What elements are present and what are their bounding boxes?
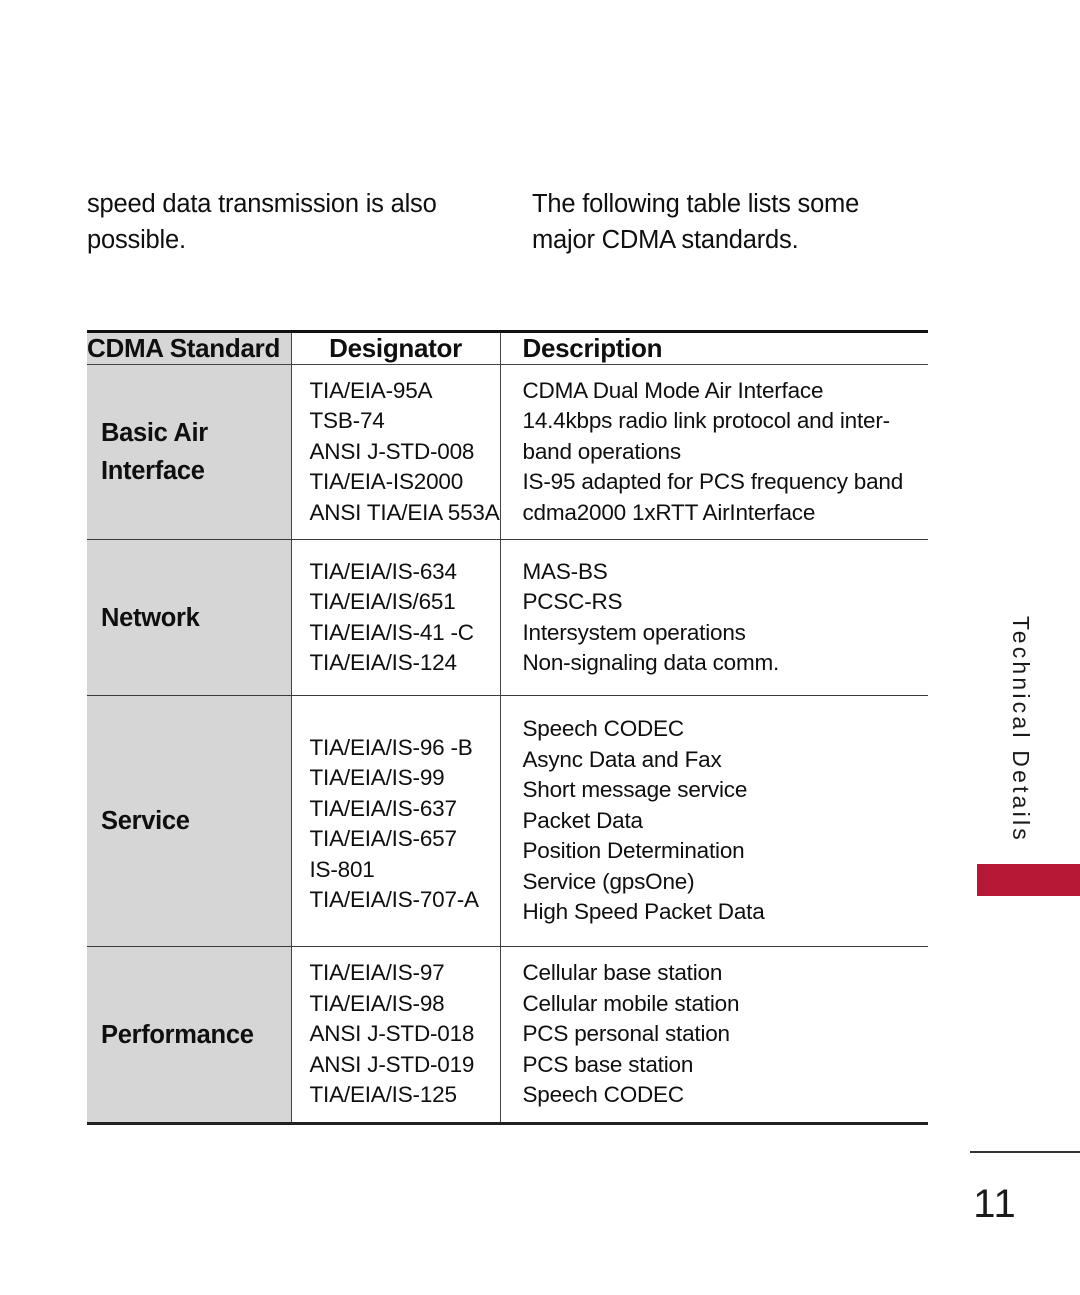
designator-line: TIA/EIA/IS-124 — [309, 650, 457, 675]
description-line: 14.4kbps radio link protocol and inter- — [522, 408, 891, 434]
designator-line: TIA/EIA/IS-98 — [309, 990, 445, 1016]
description-line: PCS base station — [522, 1051, 694, 1077]
column-header-cdma-standard: CDMA Standard — [87, 330, 292, 365]
designator-line: TIA/EIA/IS-637 — [309, 795, 457, 821]
category-line: Basic Air — [101, 419, 208, 447]
designator-line: TIA/EIA/IS-657 — [309, 826, 457, 851]
designator-line: TIA/EIA/IS-97 — [309, 960, 445, 986]
description-line: Service (gpsOne) — [522, 868, 695, 894]
designator-line: ANSI J-STD-018 — [309, 1021, 475, 1047]
cdma-standards-table: CDMA Standard Designator Description Bas… — [87, 330, 928, 1125]
footer-divider — [970, 1151, 1080, 1154]
description-line: Speech CODEC — [522, 716, 685, 742]
description-line: band operations — [522, 438, 682, 464]
column-header-description: Description — [500, 330, 928, 365]
category-line: Network — [101, 603, 200, 632]
intro-left-column: speed data transmission is also possible… — [87, 186, 532, 258]
description-line: Cellular mobile station — [522, 990, 740, 1016]
description-line: Packet Data — [522, 807, 644, 833]
row-designators-network: TIA/EIA/IS-634 TIA/EIA/IS/651 TIA/EIA/IS… — [291, 539, 501, 696]
row-category-performance: Performance — [87, 946, 292, 1125]
designator-line: TIA/EIA-IS2000 — [309, 469, 464, 495]
category-line: Performance — [101, 1020, 254, 1049]
designator-line: TIA/EIA/IS-41 -C — [309, 619, 475, 645]
description-line: CDMA Dual Mode Air Interface — [522, 377, 824, 403]
section-tab-marker — [977, 864, 1080, 896]
intro-left-line-1: speed data transmission is also — [87, 190, 437, 218]
intro-right-column: The following table lists some major CDM… — [532, 186, 929, 258]
description-line: Cellular base station — [522, 960, 723, 986]
row-category-service: Service — [87, 695, 292, 947]
designator-line: TIA/EIA-95A — [309, 377, 433, 403]
intro-right-line-1: The following table lists some — [532, 190, 860, 218]
row-descriptions-service: Speech CODEC Async Data and Fax Short me… — [500, 695, 928, 947]
designator-line: TIA/EIA/IS/651 — [309, 589, 456, 614]
intro-paragraphs: speed data transmission is also possible… — [87, 186, 929, 258]
category-line: Service — [101, 807, 190, 835]
table-row: Network TIA/EIA/IS-634 TIA/EIA/IS/651 TI… — [87, 539, 928, 696]
table-row: Basic Air Interface TIA/EIA-95A TSB-74 A… — [87, 364, 928, 540]
column-header-designator: Designator — [291, 330, 501, 365]
designator-line: TIA/EIA/IS-99 — [309, 765, 445, 790]
table-row: Service TIA/EIA/IS-96 -B TIA/EIA/IS-99 T… — [87, 695, 928, 947]
table-header-row: CDMA Standard Designator Description — [87, 330, 928, 365]
row-category-basic-air-interface: Basic Air Interface — [87, 364, 292, 540]
page-number: 11 — [973, 1182, 1017, 1226]
row-designators-performance: TIA/EIA/IS-97 TIA/EIA/IS-98 ANSI J-STD-0… — [291, 946, 501, 1125]
intro-right-line-2: major CDMA standards. — [532, 226, 799, 254]
designator-line: TIA/EIA/IS-125 — [309, 1082, 457, 1108]
designator-line: ANSI TIA/EIA 553A — [309, 499, 500, 525]
intro-left-line-2: possible. — [87, 226, 186, 254]
description-line: Intersystem operations — [522, 619, 746, 645]
designator-line: TIA/EIA/IS-707-A — [309, 887, 480, 912]
description-line: PCSC-RS — [522, 589, 623, 614]
description-line: High Speed Packet Data — [522, 899, 765, 925]
designator-line: ANSI J-STD-008 — [309, 438, 475, 464]
row-descriptions-basic-air-interface: CDMA Dual Mode Air Interface 14.4kbps ra… — [500, 364, 928, 540]
table-row: Performance TIA/EIA/IS-97 TIA/EIA/IS-98 … — [87, 946, 928, 1125]
description-line: PCS personal station — [522, 1021, 731, 1047]
designator-line: TIA/EIA/IS-634 — [309, 558, 457, 584]
description-line: cdma2000 1xRTT AirInterface — [522, 499, 816, 525]
description-line: Short message service — [522, 777, 748, 803]
designator-line: TIA/EIA/IS-96 -B — [309, 734, 473, 760]
description-line: MAS-BS — [522, 558, 608, 584]
row-designators-service: TIA/EIA/IS-96 -B TIA/EIA/IS-99 TIA/EIA/I… — [291, 695, 501, 947]
section-tab-label: Technical Details — [1008, 616, 1034, 843]
description-line: Non-signaling data comm. — [522, 650, 780, 675]
row-designators-basic-air-interface: TIA/EIA-95A TSB-74 ANSI J-STD-008 TIA/EI… — [291, 364, 501, 540]
row-descriptions-performance: Cellular base station Cellular mobile st… — [500, 946, 928, 1125]
row-category-network: Network — [87, 539, 292, 696]
description-line: Position Determination — [522, 838, 745, 864]
description-line: Speech CODEC — [522, 1082, 685, 1108]
description-line: IS-95 adapted for PCS frequency band — [522, 469, 904, 495]
description-line: Async Data and Fax — [522, 746, 722, 772]
designator-line: TSB-74 — [309, 408, 385, 434]
row-descriptions-network: MAS-BS PCSC-RS Intersystem operations No… — [500, 539, 928, 696]
designator-line: ANSI J-STD-019 — [309, 1051, 475, 1077]
designator-line: IS-801 — [309, 856, 375, 882]
category-line: Interface — [101, 457, 205, 485]
